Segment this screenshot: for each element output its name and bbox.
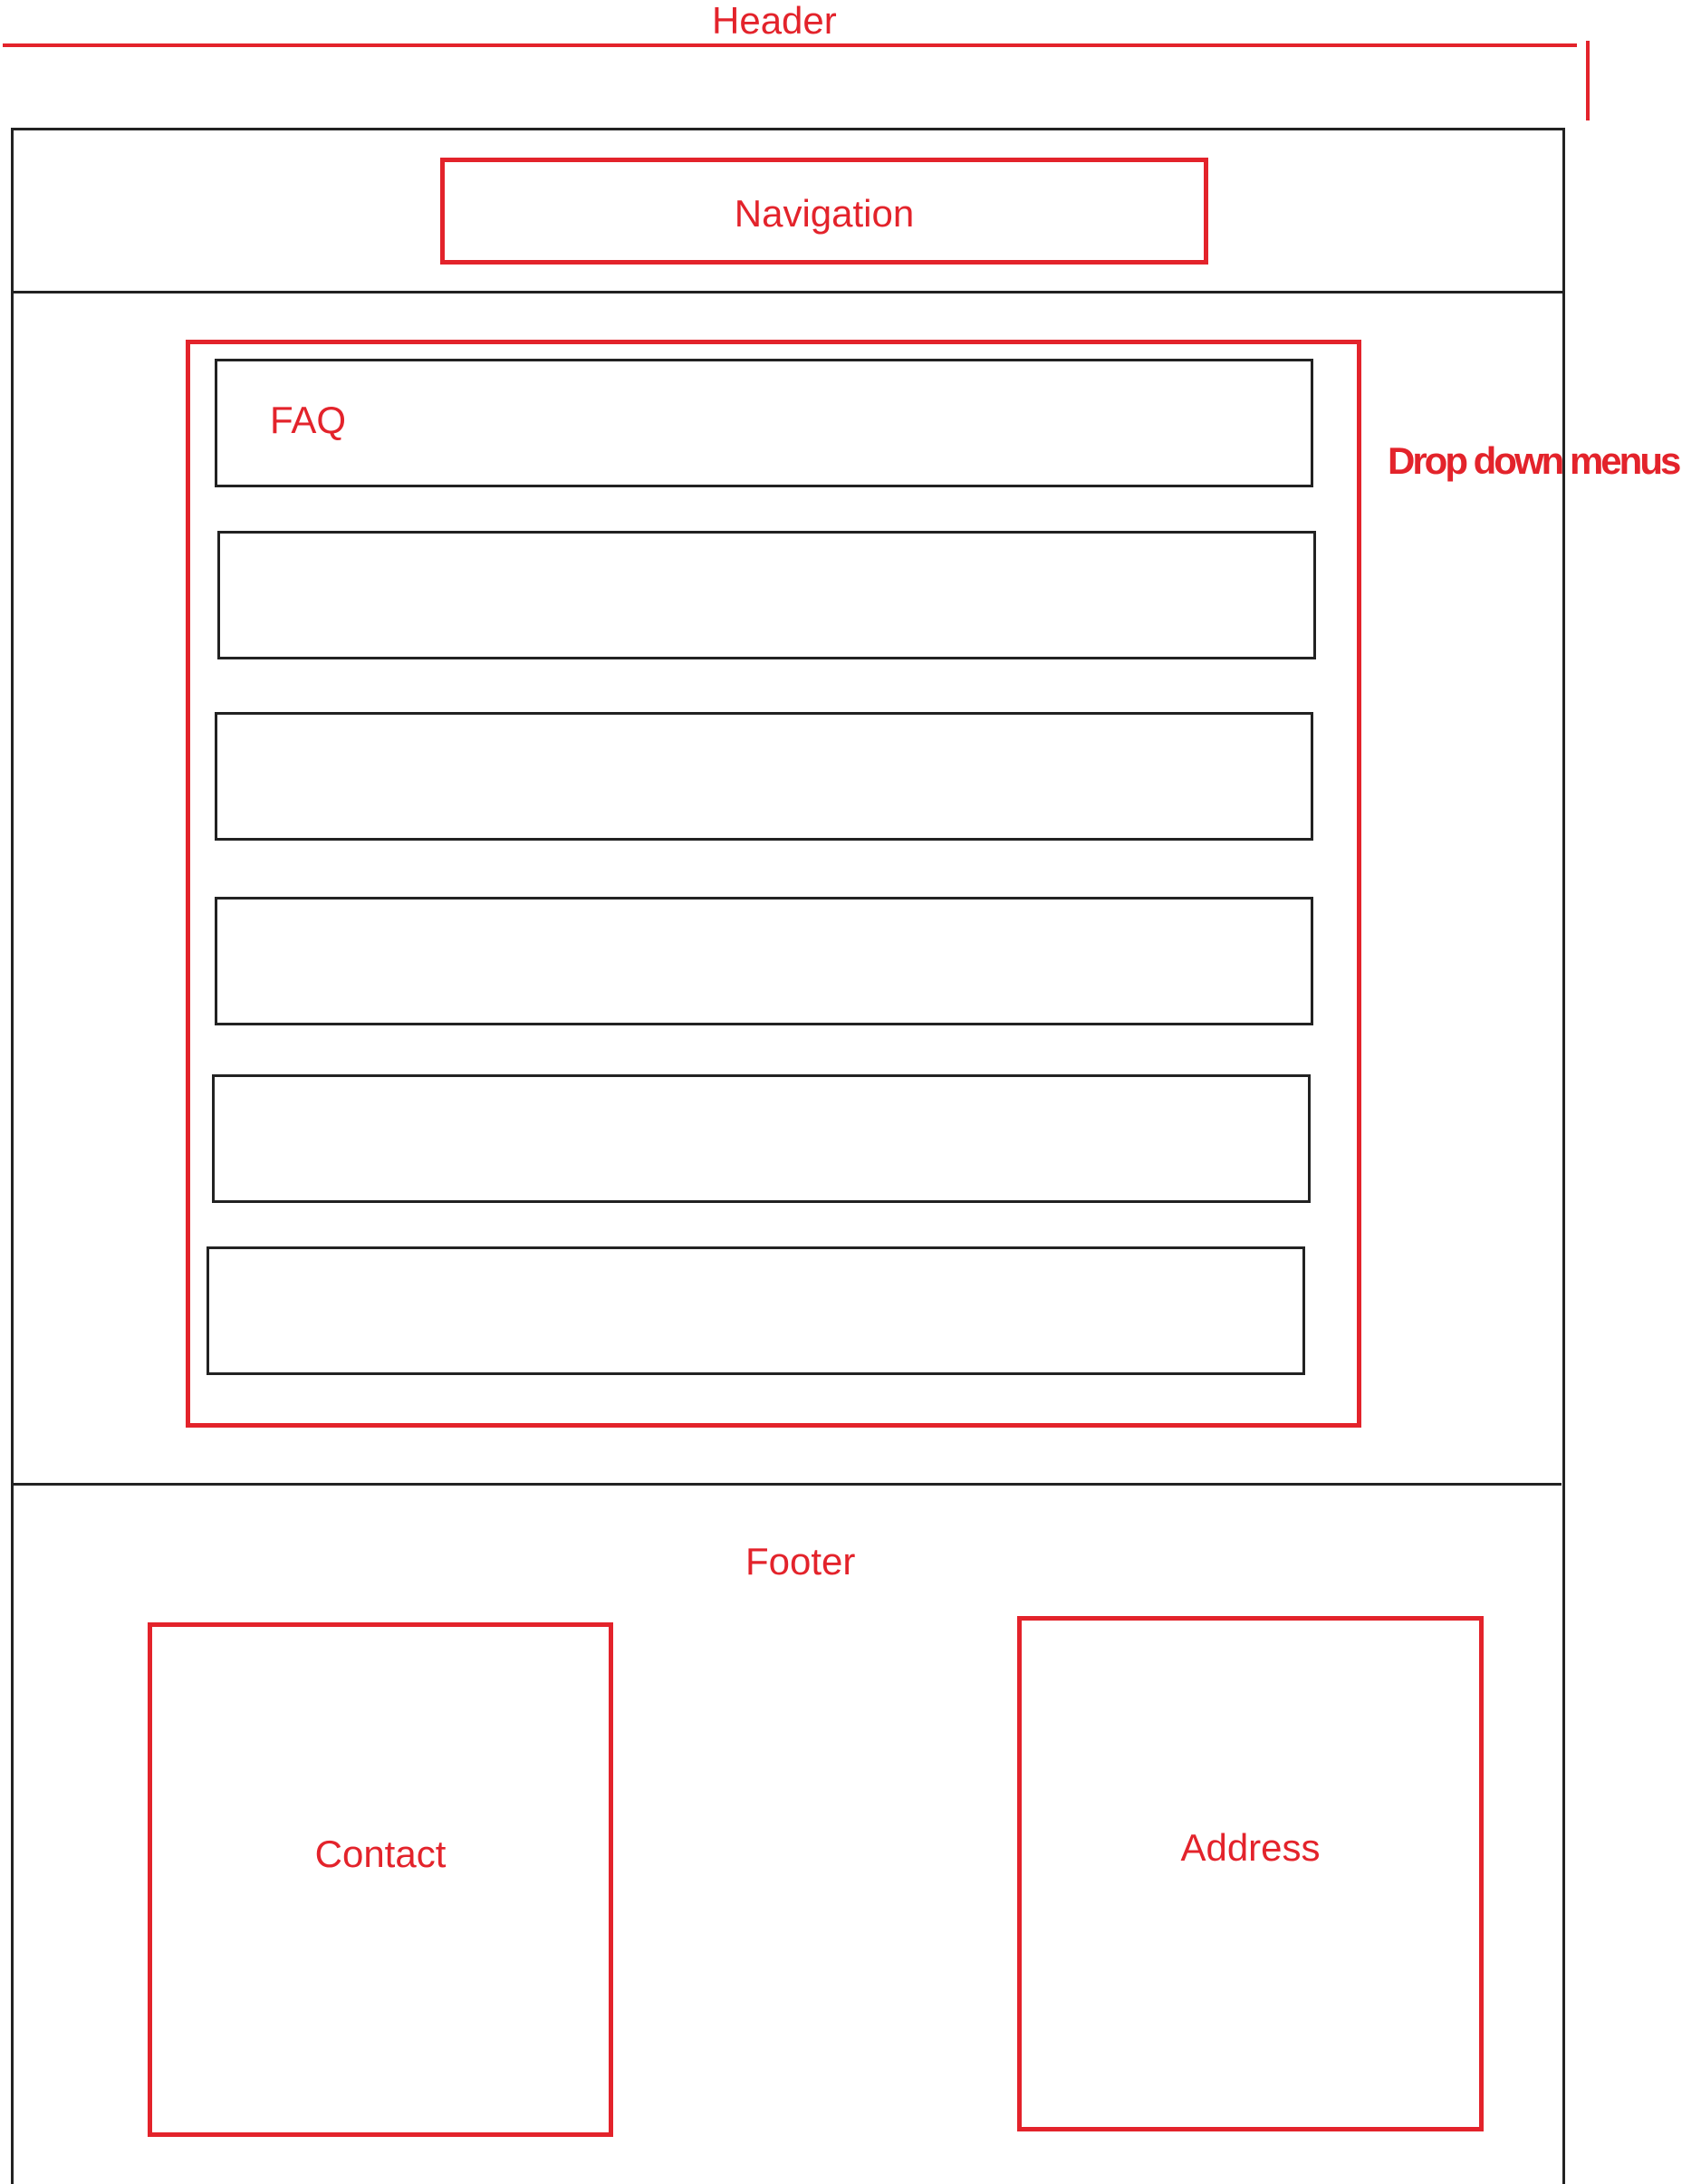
navigation-bar[interactable]: Navigation	[440, 158, 1208, 265]
dropdown-menus-annotation: Drop down menus	[1388, 439, 1681, 482]
faq-dropdown-item[interactable]: FAQ	[215, 359, 1313, 487]
faq-label: FAQ	[270, 399, 347, 441]
address-label: Address	[1180, 1826, 1321, 1869]
address-box[interactable]: Address	[1017, 1616, 1484, 2131]
contact-label: Contact	[314, 1833, 447, 1875]
header-annotation-tick	[1586, 41, 1590, 120]
dropdown-item[interactable]	[217, 531, 1316, 659]
footer-divider	[11, 1483, 1562, 1486]
dropdown-item[interactable]	[215, 897, 1313, 1025]
footer-label: Footer	[745, 1540, 856, 1583]
contact-box[interactable]: Contact	[148, 1622, 613, 2137]
dropdown-item[interactable]	[215, 712, 1313, 841]
navigation-label: Navigation	[734, 192, 915, 235]
header-annotation-label: Header	[712, 0, 837, 42]
dropdown-item[interactable]	[212, 1074, 1311, 1203]
dropdown-item[interactable]	[207, 1246, 1305, 1375]
header-divider	[11, 291, 1565, 293]
header-annotation-rule	[3, 43, 1577, 47]
